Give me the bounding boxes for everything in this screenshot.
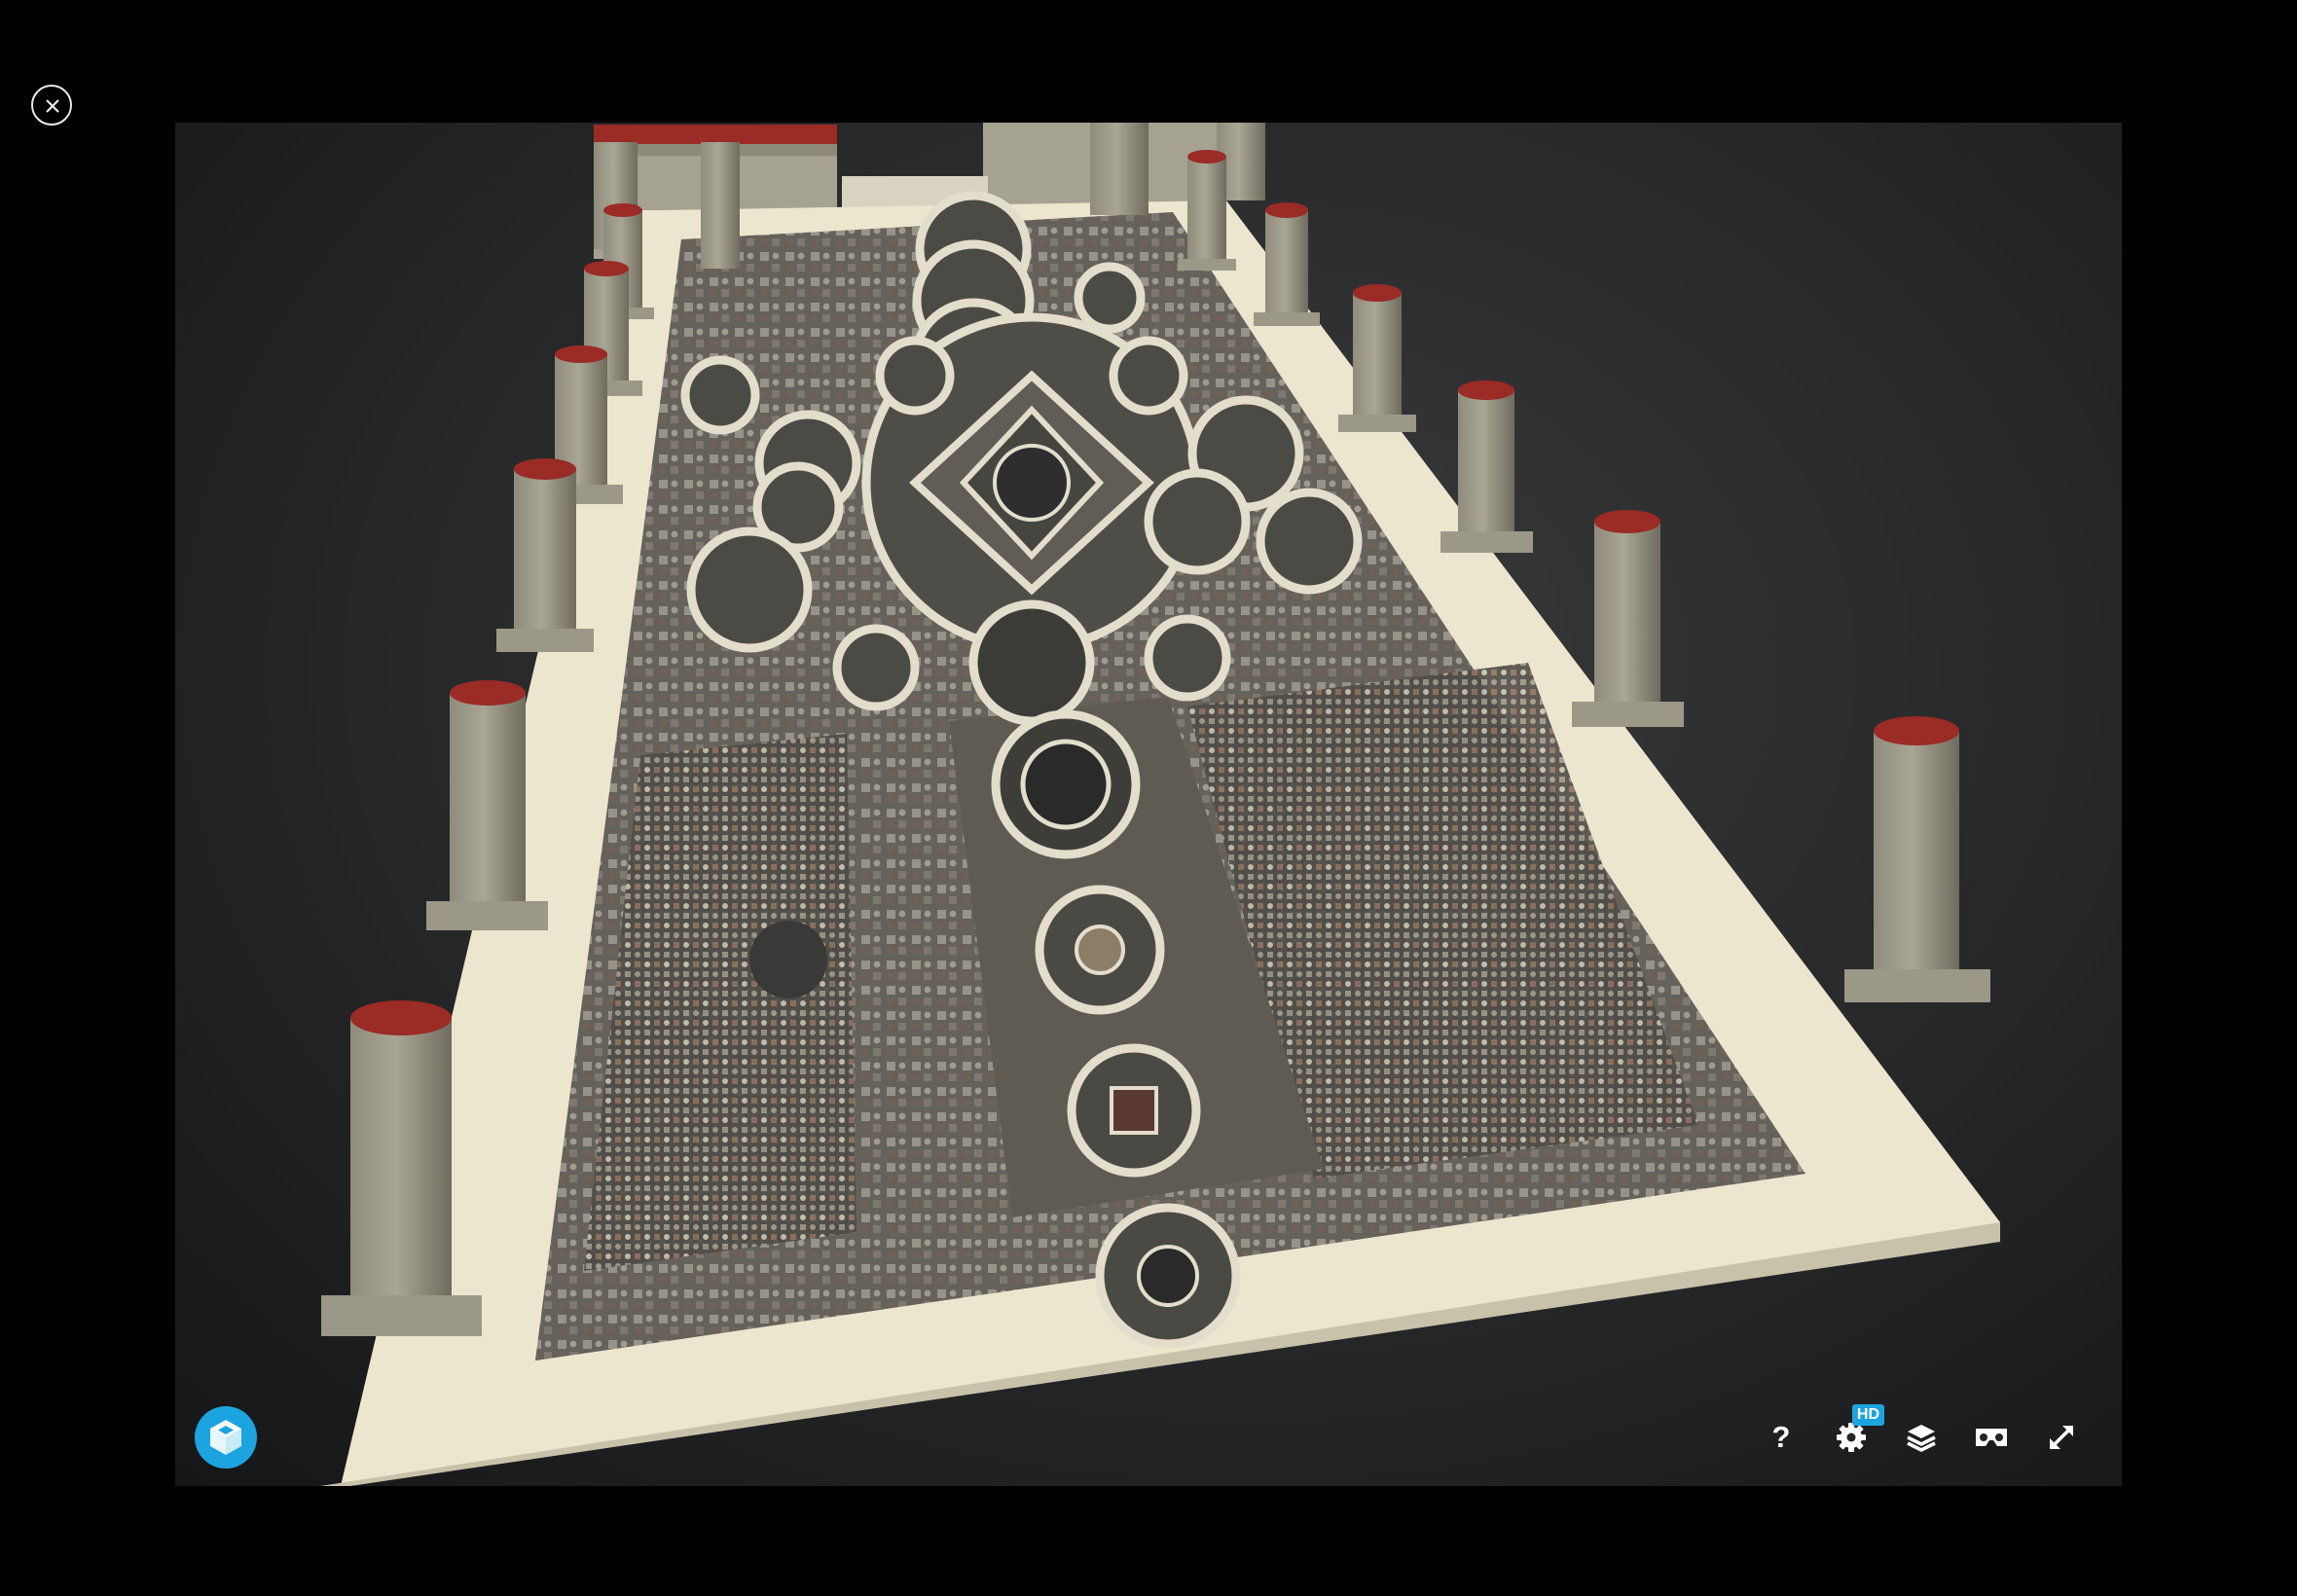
floor-hole [749, 921, 827, 998]
sketchfab-logo-button[interactable] [195, 1406, 257, 1469]
vr-button[interactable] [1966, 1412, 2017, 1463]
model-viewer[interactable]: ? HD [175, 123, 2122, 1486]
help-button[interactable]: ? [1756, 1412, 1806, 1463]
3d-model-render[interactable] [175, 123, 2122, 1486]
vr-headset-icon [1976, 1429, 2007, 1446]
hd-badge: HD [1851, 1404, 1884, 1426]
settings-gear-icon [1837, 1423, 1866, 1452]
close-icon [46, 99, 59, 113]
layers-icon [1907, 1425, 1936, 1452]
fullscreen-icon [2050, 1426, 2073, 1449]
layers-button[interactable] [1896, 1412, 1947, 1463]
sketchfab-cube-icon [210, 1420, 241, 1455]
help-icon: ? [1771, 1420, 1791, 1454]
close-button[interactable] [31, 85, 72, 126]
settings-button[interactable]: HD [1826, 1404, 1884, 1463]
viewer-toolbar: ? HD [1756, 1404, 2087, 1463]
column [1844, 716, 1990, 1002]
fullscreen-button[interactable] [2036, 1412, 2087, 1463]
